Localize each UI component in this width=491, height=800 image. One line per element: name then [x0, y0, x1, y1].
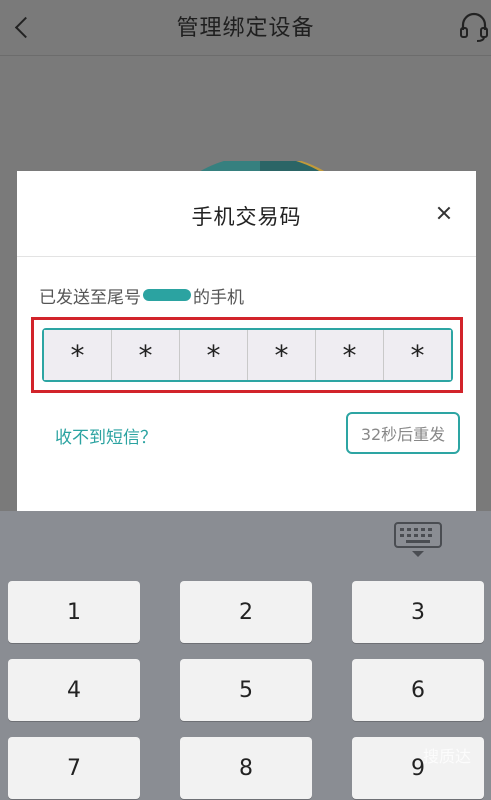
watermark: 搜质达 [422, 747, 471, 766]
key-1[interactable]: 1 [8, 581, 140, 643]
code-input[interactable]: * * * * * * [42, 328, 453, 382]
code-cell-1[interactable]: * [44, 330, 112, 380]
code-cell-2[interactable]: * [112, 330, 180, 380]
numeric-keyboard: 1 2 3 4 5 6 7 8 9 搜质达 [0, 511, 491, 800]
keyboard-hide-icon[interactable] [391, 519, 445, 561]
code-cell-6[interactable]: * [384, 330, 451, 380]
code-cell-4[interactable]: * [248, 330, 316, 380]
sent-prefix: 已发送至尾号 [39, 287, 141, 308]
dialog-title: 手机交易码 [191, 205, 302, 229]
masked-phone-number [143, 289, 191, 301]
code-cell-3[interactable]: * [180, 330, 248, 380]
key-2[interactable]: 2 [180, 581, 312, 643]
page-title: 管理绑定设备 [176, 16, 315, 41]
dialog-header: 手机交易码 [17, 171, 476, 257]
top-bar: 管理绑定设备 [0, 0, 491, 56]
code-highlight-frame: * * * * * * [31, 317, 463, 393]
headset-icon[interactable] [457, 10, 491, 46]
code-cell-5[interactable]: * [316, 330, 384, 380]
sent-suffix: 的手机 [193, 287, 244, 308]
no-sms-link[interactable]: 收不到短信？ [55, 423, 157, 448]
key-5[interactable]: 5 [180, 659, 312, 721]
key-4[interactable]: 4 [8, 659, 140, 721]
key-7[interactable]: 7 [8, 737, 140, 799]
close-icon[interactable] [430, 199, 458, 227]
key-3[interactable]: 3 [352, 581, 484, 643]
sent-message: 已发送至尾号 的手机 [39, 282, 244, 308]
transaction-code-dialog: 手机交易码 已发送至尾号 的手机 * * * * * * 收不到短信？ 32秒后… [17, 171, 476, 511]
resend-button[interactable]: 32秒后重发 [346, 412, 460, 454]
key-8[interactable]: 8 [180, 737, 312, 799]
key-6[interactable]: 6 [352, 659, 484, 721]
